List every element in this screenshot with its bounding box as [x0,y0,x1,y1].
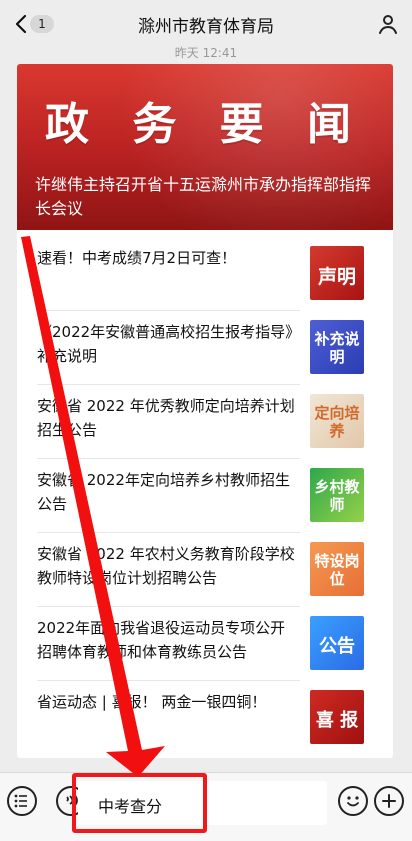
news-thumbnail: 乡村教师 [310,468,364,522]
news-item[interactable]: 安徽省 2022 年农村义务教育阶段学校教师特设岗位计划招聘公告 特设岗位 [17,532,383,604]
news-item-title: 安徽省 2022 年优秀教师定向培养计划招生公告 [37,397,295,439]
news-item[interactable]: 安徽省 2022年定向培养乡村教师招生公告 乡村教师 [17,458,383,530]
news-thumbnail: 补充说明 [310,320,364,374]
news-item-title: 《2022年安徽普通高校招生报考指导》补充说明 [37,323,293,365]
banner-headline: 政 务 要 闻 [45,99,365,150]
news-thumbnail: 喜 报 [310,690,364,744]
headline-banner[interactable]: 政 务 要 闻 许继伟主持召开省十五运滁州市承办指挥部指挥长会议 [17,64,393,230]
news-item-title: 安徽省 2022年定向培养乡村教师招生公告 [37,471,290,513]
message-time: 昨天 12:41 [174,46,238,60]
plus-icon[interactable] [374,786,404,816]
banner-title: 许继伟主持召开省十五运滁州市承办指挥部指挥长会议 [35,175,372,218]
news-item[interactable]: 速看！中考成绩7月2日可查！ 声明 [17,236,383,308]
news-thumbnail: 特设岗位 [310,542,364,596]
emoji-icon[interactable] [338,786,368,816]
news-thumbnail: 公告 [310,616,364,670]
news-item[interactable]: 安徽省 2022 年优秀教师定向培养计划招生公告 定向培养 [17,384,383,456]
news-item[interactable]: 2022年面向我省退役运动员专项公开招聘体育教师和体育教练员公告 公告 [17,606,383,678]
news-item[interactable]: 省运动态 | 喜报！ 两金一银四铜！ 喜 报 [17,680,383,752]
highlight-box [72,773,207,833]
news-item-title: 速看！中考成绩7月2日可查！ [37,249,237,267]
person-icon[interactable] [376,12,400,36]
chat-title: 滁州市教育体育局 [138,17,274,37]
news-item-title: 省运动态 | 喜报！ 两金一银四铜！ [37,693,267,711]
news-item-title: 2022年面向我省退役运动员专项公开招聘体育教师和体育教练员公告 [37,619,286,661]
news-item-title: 安徽省 2022 年农村义务教育阶段学校教师特设岗位计划招聘公告 [37,545,295,587]
news-item[interactable]: 《2022年安徽普通高校招生报考指导》补充说明 补充说明 [17,310,383,382]
menu-icon[interactable] [7,786,37,816]
news-thumbnail: 定向培养 [310,394,364,448]
news-thumbnail: 声明 [310,246,364,300]
nav-bar: 1 滁州市教育体育局 [0,0,412,48]
